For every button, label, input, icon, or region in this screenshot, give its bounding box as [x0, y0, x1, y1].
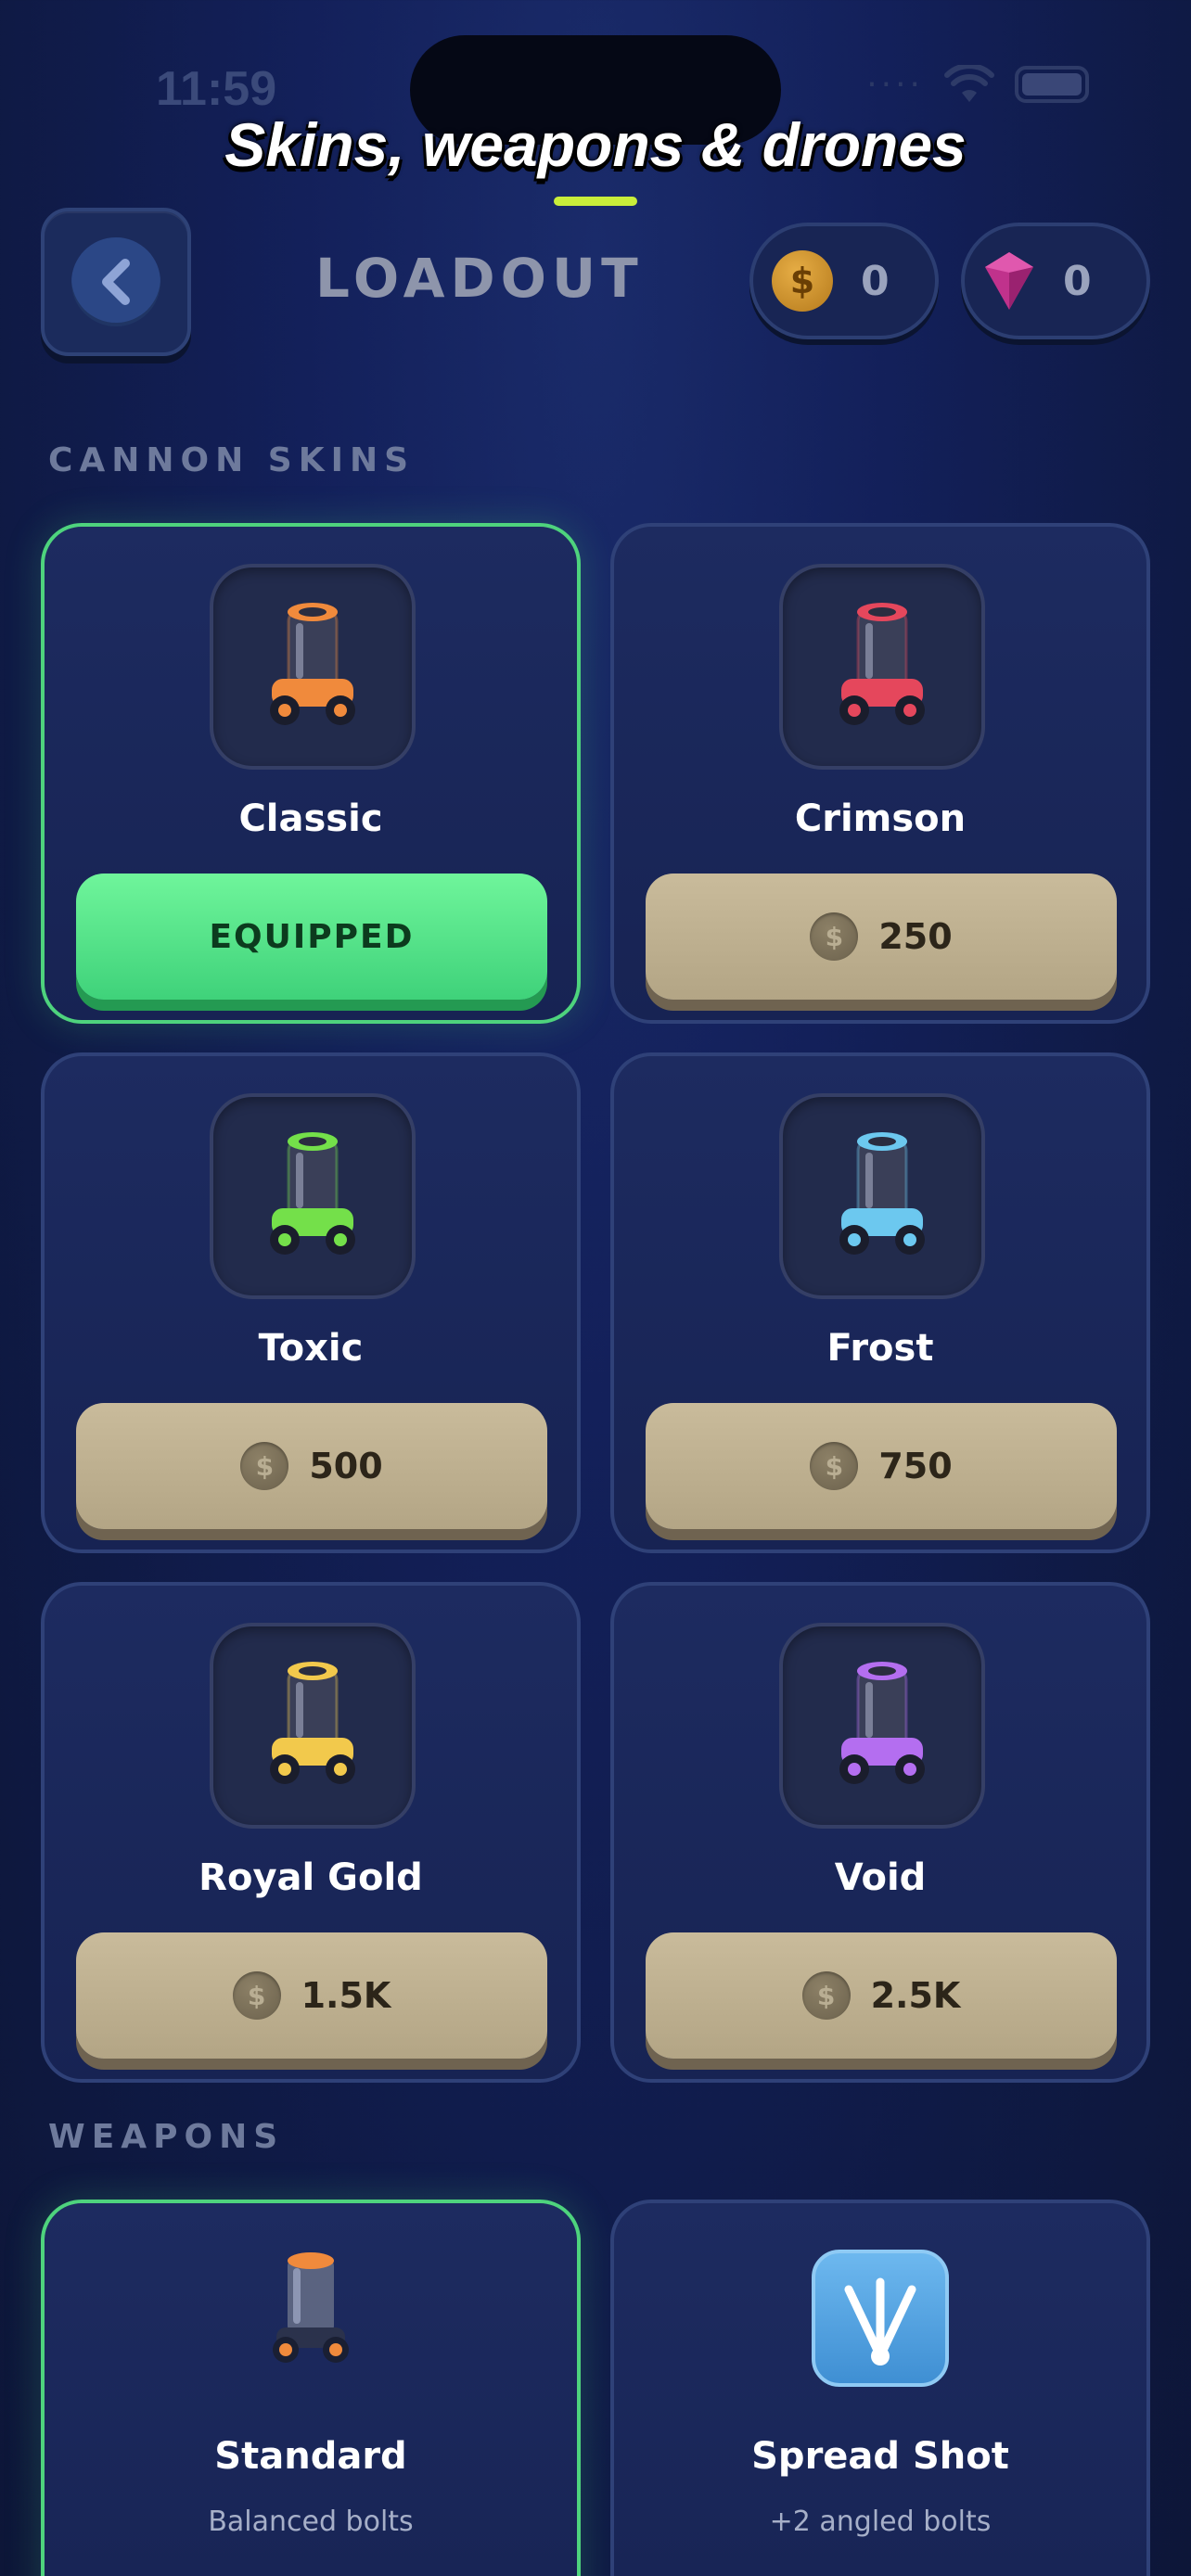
coin-icon: $ [810, 1442, 859, 1490]
weapon-description: Balanced bolts [208, 2506, 414, 2538]
skin-name: Classic [238, 797, 383, 840]
cannon-skin-icon [210, 1093, 416, 1299]
skin-name: Toxic [258, 1327, 364, 1370]
gem-balance-value: 0 [1063, 257, 1092, 305]
weapon-card-spread-shot[interactable]: Spread Shot +2 angled bolts [610, 2200, 1150, 2576]
skin-card-void[interactable]: Void $2.5K [610, 1582, 1150, 2083]
section-title-weapons: WEAPONS [48, 2118, 285, 2156]
battery-icon [1015, 66, 1089, 103]
coin-icon: $ [240, 1442, 289, 1490]
skin-card-classic[interactable]: Classic EQUIPPED [41, 523, 581, 1024]
buy-button[interactable]: $2.5K [646, 1932, 1117, 2059]
skin-name: Void [834, 1856, 927, 1899]
skin-card-toxic[interactable]: Toxic $500 [41, 1052, 581, 1553]
weapon-card-standard[interactable]: Standard Balanced bolts [41, 2200, 581, 2576]
coin-icon: $ [232, 1971, 281, 2020]
section-title-cannon-skins: CANNON SKINS [48, 441, 416, 479]
skin-card-crimson[interactable]: Crimson $250 [610, 523, 1150, 1024]
signal-icon: ···· [866, 65, 924, 104]
gem-balance[interactable]: 0 [961, 223, 1150, 339]
skin-name: Frost [826, 1327, 934, 1370]
spread-shot-icon [812, 2250, 949, 2387]
promo-headline: Skins, weapons & drones [224, 110, 967, 179]
standard-cannon-icon [45, 2250, 577, 2370]
wifi-icon [944, 65, 994, 102]
coin-icon: $ [801, 1971, 851, 2020]
back-button[interactable] [41, 208, 191, 356]
price-label: 750 [878, 1446, 953, 1486]
coin-icon: $ [810, 912, 859, 961]
price-label: 1.5K [301, 1975, 391, 2016]
status-time: 11:59 [156, 62, 277, 116]
cannon-skin-icon [210, 1623, 416, 1829]
skin-card-royal-gold[interactable]: Royal Gold $1.5K [41, 1582, 581, 2083]
spread-shot-tile [614, 2250, 1146, 2387]
gem-icon [985, 252, 1033, 310]
page-title: LOADOUT [315, 247, 644, 310]
buy-button[interactable]: $250 [646, 874, 1117, 1000]
coin-balance-value: 0 [861, 257, 890, 305]
weapon-name: Standard [214, 2435, 407, 2478]
chevron-left-icon [71, 237, 160, 326]
equipped-label: EQUIPPED [209, 917, 415, 956]
cannon-skin-icon [779, 1093, 985, 1299]
skin-name: Royal Gold [198, 1856, 423, 1899]
weapon-description: +2 angled bolts [769, 2506, 992, 2538]
equipped-button[interactable]: EQUIPPED [76, 874, 547, 1000]
buy-button[interactable]: $500 [76, 1403, 547, 1529]
skin-name: Crimson [794, 797, 967, 840]
cannon-skin-icon [779, 1623, 985, 1829]
buy-button[interactable]: $750 [646, 1403, 1117, 1529]
cannon-skin-icon [779, 564, 985, 770]
price-label: 500 [309, 1446, 383, 1486]
price-label: 2.5K [870, 1975, 961, 2016]
coin-icon: $ [772, 250, 833, 312]
coin-balance[interactable]: $ 0 [749, 223, 939, 339]
weapon-name: Spread Shot [751, 2435, 1009, 2478]
skin-card-frost[interactable]: Frost $750 [610, 1052, 1150, 1553]
cannon-skin-icon [210, 564, 416, 770]
status-indicators: ···· [866, 65, 1089, 104]
buy-button[interactable]: $1.5K [76, 1932, 547, 2059]
headline-accent-bar [554, 197, 637, 206]
price-label: 250 [878, 916, 953, 957]
